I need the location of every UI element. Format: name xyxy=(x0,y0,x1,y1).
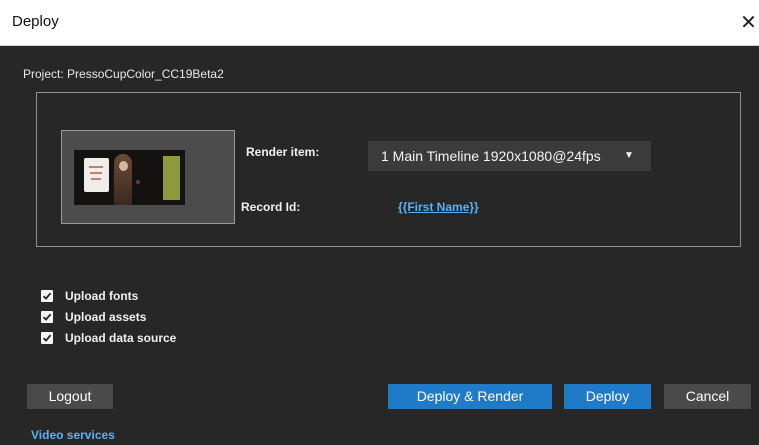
window-title: Deploy xyxy=(12,13,59,30)
upload-assets-label: Upload assets xyxy=(65,310,147,324)
render-item-select[interactable]: 1 Main Timeline 1920x1080@24fps ▼ xyxy=(368,141,651,171)
upload-assets-checkbox[interactable] xyxy=(41,311,53,323)
upload-fonts-checkbox[interactable] xyxy=(41,290,53,302)
project-label: Project: PressoCupColor_CC19Beta2 xyxy=(23,67,224,81)
upload-data-source-label: Upload data source xyxy=(65,331,177,345)
logout-button[interactable]: Logout xyxy=(27,384,113,409)
record-id-label: Record Id: xyxy=(241,200,301,214)
title-bar: Deploy ✕ xyxy=(0,0,759,46)
upload-data-source-option[interactable]: Upload data source xyxy=(41,331,176,345)
chevron-down-icon: ▼ xyxy=(624,150,634,161)
upload-data-source-checkbox[interactable] xyxy=(41,332,53,344)
thumbnail-card-graphic xyxy=(84,158,109,192)
record-id-link[interactable]: {{First Name}} xyxy=(398,200,479,214)
upload-fonts-option[interactable]: Upload fonts xyxy=(41,289,138,303)
video-services-link[interactable]: Video services xyxy=(31,428,115,442)
checkmark-icon xyxy=(42,334,52,342)
render-item-label: Render item: xyxy=(246,145,320,159)
upload-fonts-label: Upload fonts xyxy=(65,289,139,303)
deploy-button[interactable]: Deploy xyxy=(564,384,651,409)
deploy-render-button[interactable]: Deploy & Render xyxy=(388,384,552,409)
render-item-selected-value: 1 Main Timeline 1920x1080@24fps xyxy=(381,148,601,164)
thumbnail-side-panel-graphic xyxy=(163,156,180,200)
checkmark-icon xyxy=(42,292,52,300)
preview-thumbnail-image xyxy=(74,150,185,205)
upload-assets-option[interactable]: Upload assets xyxy=(41,310,146,324)
close-icon[interactable]: ✕ xyxy=(738,12,759,34)
thumbnail-face-graphic xyxy=(119,161,128,171)
cancel-button[interactable]: Cancel xyxy=(664,384,751,409)
checkmark-icon xyxy=(42,313,52,321)
thumbnail-accent-graphic xyxy=(136,180,140,184)
